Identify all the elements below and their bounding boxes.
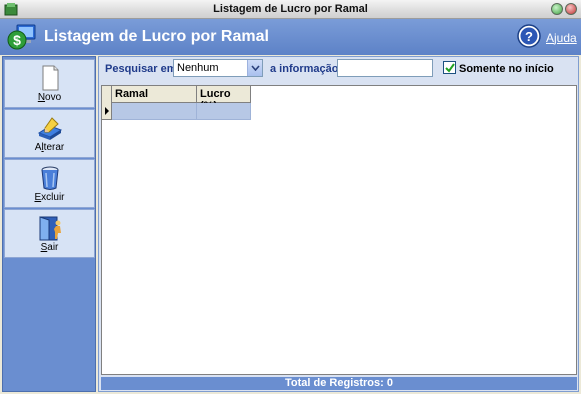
help-button[interactable]: ? Ajuda (517, 24, 577, 50)
search-info-label: a informação (270, 63, 339, 75)
new-document-icon (42, 65, 59, 91)
help-label: Ajuda (546, 31, 577, 45)
delete-button[interactable]: Excluir (4, 159, 95, 208)
data-grid[interactable]: Ramal Lucro (%) (101, 85, 577, 375)
exit-button[interactable]: Sair (4, 209, 95, 258)
delete-button-label: Excluir (34, 192, 65, 203)
trash-icon (41, 166, 59, 190)
page-header: $ Listagem de Lucro por Ramal ? Ajuda (0, 19, 581, 55)
chevron-down-icon[interactable] (247, 60, 262, 76)
column-header-lucro[interactable]: Lucro (%) (197, 86, 251, 112)
new-button-label: Novo (37, 92, 62, 103)
window-titlebar: Listagem de Lucro por Ramal (0, 0, 581, 19)
window-title: Listagem de Lucro por Ramal (213, 3, 368, 15)
new-button[interactable]: Novo (4, 59, 95, 108)
page-title: Listagem de Lucro por Ramal (44, 28, 269, 45)
main-panel: Pesquisar em Nenhum a informação Somente… (98, 56, 579, 392)
edit-icon (37, 117, 63, 140)
minimize-button[interactable] (551, 3, 563, 15)
search-info-input[interactable] (337, 59, 433, 77)
exit-door-icon (39, 216, 61, 241)
exit-button-label: Sair (40, 242, 59, 253)
search-field-value: Nenhum (177, 62, 219, 74)
edit-button-label: Alterar (34, 142, 65, 153)
svg-text:$: $ (13, 32, 21, 48)
only-start-label: Somente no início (459, 63, 554, 75)
only-start-checkbox[interactable] (443, 61, 456, 74)
search-field-label: Pesquisar em (105, 63, 177, 75)
search-field-select[interactable]: Nenhum (173, 59, 263, 77)
svg-text:?: ? (525, 29, 533, 44)
column-header-ramal[interactable]: Ramal (112, 86, 197, 103)
help-icon: ? (517, 24, 541, 48)
money-monitor-icon: $ (7, 24, 36, 50)
action-sidebar: Novo Alterar Excluir Sair (2, 56, 96, 392)
close-button[interactable] (565, 3, 577, 15)
checkmark-icon (445, 63, 455, 73)
record-count: Total de Registros: 0 (101, 377, 577, 390)
table-cell-ramal[interactable] (112, 103, 197, 120)
row-pointer-icon (102, 103, 112, 120)
table-cell-lucro[interactable] (197, 103, 251, 120)
edit-button[interactable]: Alterar (4, 109, 95, 158)
